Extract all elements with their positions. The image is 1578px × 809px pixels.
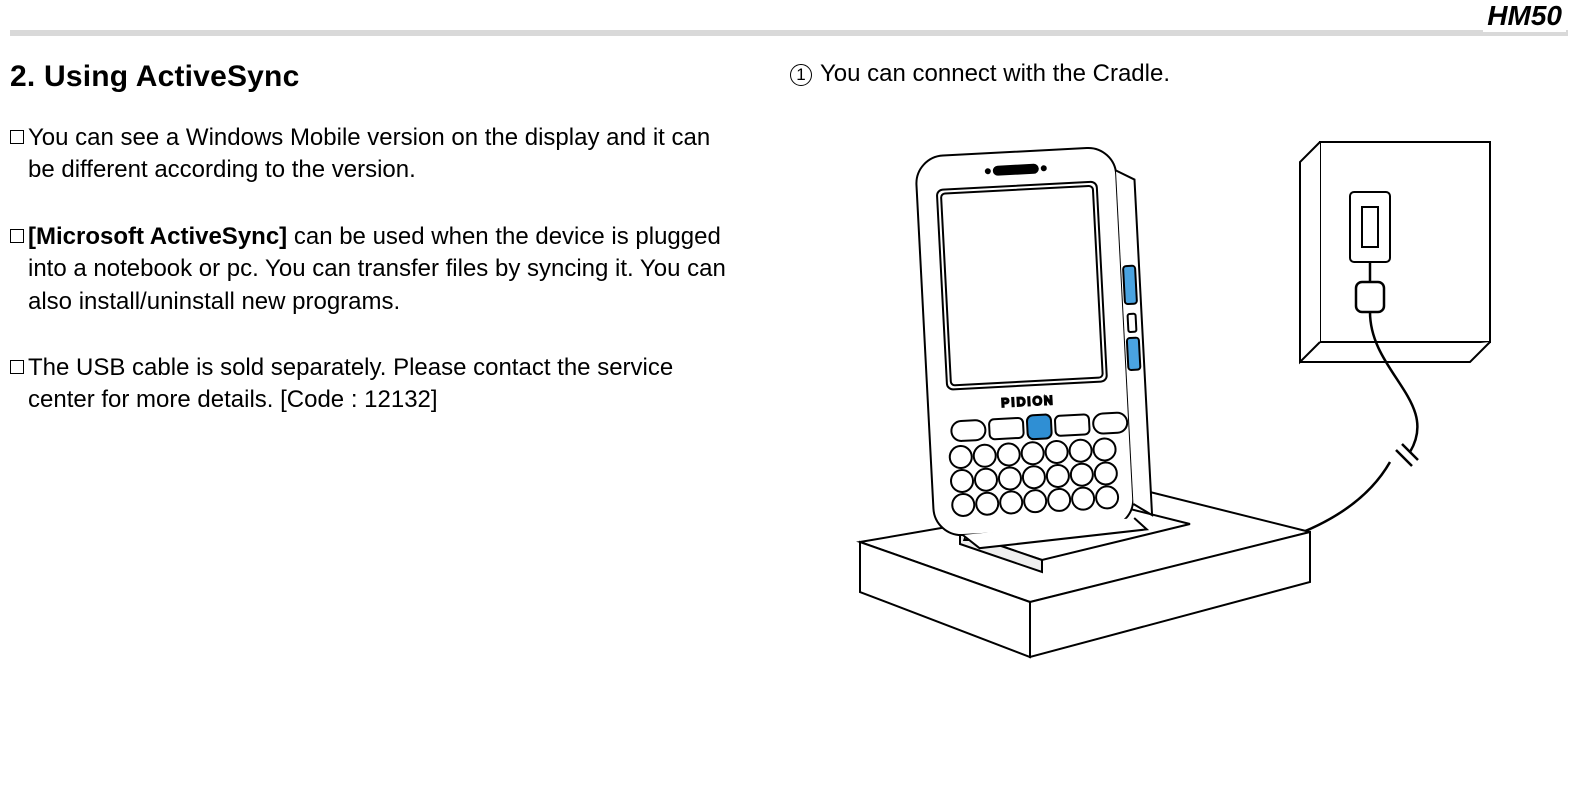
step-1-text: You can connect with the Cradle. xyxy=(820,60,1170,88)
paragraph-2: [Microsoft ActiveSync] can be used when … xyxy=(10,221,730,318)
paragraph-3-text: The USB cable is sold separately. Please… xyxy=(28,352,730,417)
bullet-icon xyxy=(10,130,24,144)
paragraph-3: The USB cable is sold separately. Please… xyxy=(10,352,730,417)
device-brand-text: PIDION xyxy=(1001,393,1055,410)
section-heading: 2. Using ActiveSync xyxy=(10,60,730,94)
paragraph-2-bold: [Microsoft ActiveSync] xyxy=(28,223,287,250)
circled-number-icon: 1 xyxy=(790,64,812,86)
header-model: HM50 xyxy=(1483,0,1566,32)
bullet-icon xyxy=(10,229,24,243)
bullet-icon xyxy=(10,360,24,374)
header-divider xyxy=(10,30,1568,36)
paragraph-1: You can see a Windows Mobile version on … xyxy=(10,122,730,187)
step-1: 1 You can connect with the Cradle. xyxy=(790,60,1568,88)
paragraph-1-text: You can see a Windows Mobile version on … xyxy=(28,122,730,187)
cradle-illustration: PIDION xyxy=(790,112,1510,672)
